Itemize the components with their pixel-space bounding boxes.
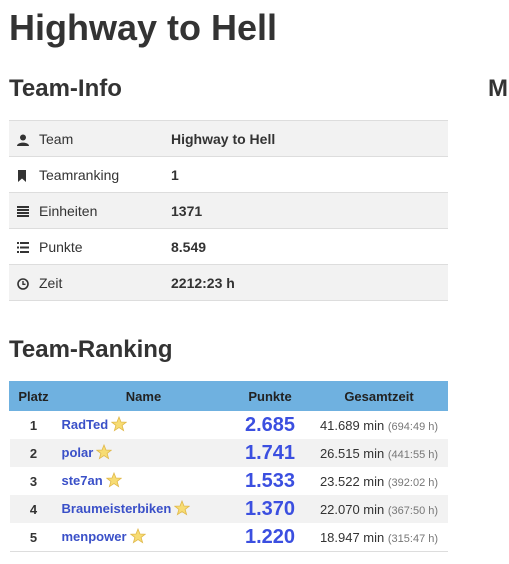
info-row-team: Team Highway to Hell (9, 120, 448, 157)
total-time: 18.947 min (319, 529, 385, 545)
total-time-hours: (315:47 h) (387, 532, 439, 545)
list-icon (17, 206, 30, 218)
team-ranking-table: Platz Name Punkte Gesamtzeit 1 RadTed 2.… (9, 381, 448, 552)
bookmark-icon (17, 169, 30, 182)
info-value-punkte: 8.549 (171, 228, 448, 265)
rank-cell: 2 (9, 439, 58, 467)
info-row-teamranking: Teamranking 1 (9, 156, 448, 193)
table-row: 1 RadTed 2.685 41.689 min (694:49 h) (10, 411, 448, 440)
rank-cell: 3 (29, 473, 38, 489)
ranking-header-row: Platz Name Punkte Gesamtzeit (9, 381, 448, 411)
total-time: 22.070 min (319, 501, 385, 517)
info-label-team: Team (39, 130, 74, 147)
header-platz: Platz (9, 381, 58, 411)
member-link[interactable]: Braumeisterbiken (62, 500, 172, 515)
page-title: Highway to Hell (9, 7, 278, 48)
info-value-team: Highway to Hell (171, 120, 448, 157)
member-link[interactable]: RadTed (62, 416, 109, 431)
info-label-einheiten: Einheiten (39, 202, 98, 219)
info-value-zeit: 2212:23 h (171, 264, 448, 301)
rank-cell: 1 (29, 417, 38, 433)
info-label-punkte: Punkte (39, 238, 83, 255)
info-row-punkte: Punkte 8.549 (9, 228, 448, 265)
info-value-einheiten: 1371 (171, 192, 448, 229)
clock-icon (17, 277, 30, 290)
header-gesamtzeit: Gesamtzeit (310, 381, 448, 411)
points-cell: 2.685 (244, 413, 296, 436)
rank-cell: 5 (9, 523, 58, 552)
header-name: Name (57, 381, 230, 411)
info-row-einheiten: Einheiten 1371 (9, 192, 448, 229)
total-time-hours: (694:49 h) (387, 420, 439, 433)
member-link[interactable]: menpower (62, 528, 127, 543)
table-row: 4 Braumeisterbiken 1.370 22.070 min (367… (9, 495, 448, 523)
table-row: 5 menpower 1.220 18.947 min (315:47 h) (9, 523, 448, 552)
member-link[interactable]: ste7an (62, 472, 103, 487)
star-icon (129, 527, 146, 547)
total-time-hours: (441:55 h) (387, 448, 439, 461)
star-icon (105, 471, 123, 491)
rank-cell: 4 (9, 495, 58, 523)
header-punkte: Punkte (229, 381, 311, 411)
total-time: 23.522 min (319, 473, 385, 489)
total-time-hours: (367:50 h) (387, 504, 439, 517)
team-info-heading: Team-Info (9, 75, 122, 102)
total-time-hours: (392:02 h) (387, 476, 439, 489)
star-icon (174, 499, 191, 519)
team-ranking-heading: Team-Ranking (9, 336, 173, 363)
table-row: 3 ste7an 1.533 23.522 min (392:02 h) (10, 467, 448, 495)
points-cell: 1.220 (229, 523, 311, 552)
team-info-table: Team Highway to Hell Teamranking 1 Einhe… (9, 120, 448, 301)
user-icon (17, 134, 30, 146)
total-time: 41.689 min (319, 417, 385, 433)
clipped-section-heading: M (488, 75, 508, 102)
info-row-zeit: Zeit 2212:23 h (9, 264, 448, 301)
info-value-teamranking: 1 (171, 156, 448, 193)
list-bullets-icon (17, 242, 30, 254)
points-cell: 1.370 (229, 495, 311, 523)
points-cell: 1.533 (244, 469, 296, 492)
star-icon (110, 415, 128, 435)
table-row: 2 polar 1.741 26.515 min (441:55 h) (9, 439, 448, 467)
points-cell: 1.741 (229, 439, 311, 467)
member-link[interactable]: polar (62, 444, 94, 459)
info-label-zeit: Zeit (39, 274, 63, 291)
star-icon (95, 443, 113, 463)
info-label-teamranking: Teamranking (39, 166, 120, 183)
total-time: 26.515 min (319, 445, 385, 461)
